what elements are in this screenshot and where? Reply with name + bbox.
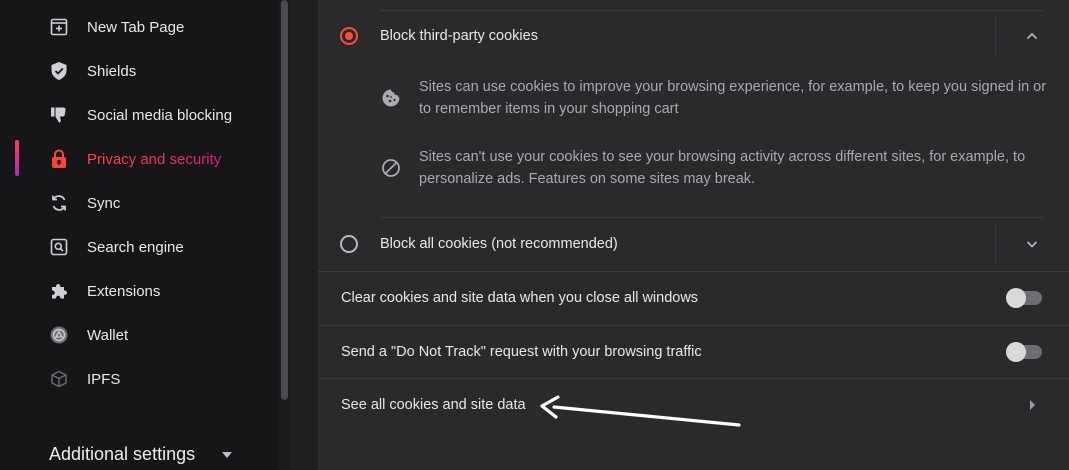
chevron-down-icon[interactable] (1022, 234, 1042, 254)
window-edge (0, 0, 15, 470)
sidebar-item-label: Privacy and security (87, 150, 222, 168)
divider (318, 378, 1069, 379)
sidebar-item-privacy-and-security[interactable]: Privacy and security (15, 139, 277, 179)
do-not-track-toggle[interactable] (1006, 342, 1042, 362)
lock-icon (49, 149, 69, 169)
sidebar-item-label: Search engine (87, 238, 184, 256)
see-all-cookies-link[interactable]: See all cookies and site data (341, 397, 526, 413)
sidebar-item-search-engine[interactable]: Search engine (15, 227, 277, 267)
puzzle-icon (49, 281, 69, 301)
sidebar-item-shields[interactable]: Shields (15, 51, 277, 91)
sidebar-item-label: IPFS (87, 370, 121, 388)
additional-settings-toggle[interactable]: Additional settings (49, 444, 195, 465)
sidebar-item-sync[interactable]: Sync (15, 183, 277, 223)
block-icon (381, 158, 401, 178)
annotation-arrow (540, 395, 741, 427)
divider (318, 271, 1069, 272)
settings-window: New Tab Page Shields Social media blocki… (0, 0, 1069, 470)
wallet-icon (49, 325, 69, 345)
cube-icon (49, 369, 69, 389)
divider (380, 10, 1043, 11)
divider (318, 325, 1069, 326)
clear-on-close-toggle[interactable] (1006, 288, 1042, 308)
third-party-detail-1: Sites can use cookies to improve your br… (419, 79, 1047, 117)
caret-down-icon (222, 452, 232, 458)
chevron-up-icon[interactable] (1022, 26, 1042, 46)
do-not-track-label: Send a "Do Not Track" request with your … (341, 344, 702, 360)
search-engine-icon (49, 237, 69, 257)
sidebar-item-label: Wallet (87, 326, 129, 344)
gutter (291, 0, 318, 470)
divider (995, 18, 996, 54)
shield-icon (49, 61, 69, 81)
sidebar-item-social-media-blocking[interactable]: Social media blocking (15, 95, 277, 135)
new-tab-icon (49, 17, 69, 37)
cookie-icon (381, 88, 401, 108)
sidebar-item-label: Sync (87, 194, 121, 212)
sidebar-item-extensions[interactable]: Extensions (15, 271, 277, 311)
caret-right-icon[interactable] (1030, 400, 1035, 410)
block-all-label[interactable]: Block all cookies (not recommended) (380, 236, 618, 252)
sidebar-item-ipfs[interactable]: IPFS (15, 359, 277, 399)
clear-on-close-label: Clear cookies and site data when you clo… (341, 290, 699, 306)
thumbs-down-icon (49, 105, 69, 125)
sidebar-item-new-tab-page[interactable]: New Tab Page (15, 7, 277, 47)
radio-block-third-party[interactable] (340, 27, 358, 45)
sidebar-item-label: New Tab Page (87, 18, 185, 36)
sidebar-item-label: Social media blocking (87, 106, 233, 124)
radio-block-all[interactable] (340, 235, 358, 253)
divider (995, 226, 996, 262)
block-third-party-label[interactable]: Block third-party cookies (380, 28, 538, 44)
third-party-detail-2: Sites can't use your cookies to see your… (419, 149, 1026, 187)
divider (380, 217, 1043, 218)
sidebar-item-label: Extensions (87, 282, 161, 300)
sync-icon (49, 193, 69, 213)
sidebar-item-wallet[interactable]: Wallet (15, 315, 277, 355)
sidebar-item-label: Shields (87, 62, 137, 80)
sidebar-scrollbar-thumb[interactable] (281, 0, 288, 400)
